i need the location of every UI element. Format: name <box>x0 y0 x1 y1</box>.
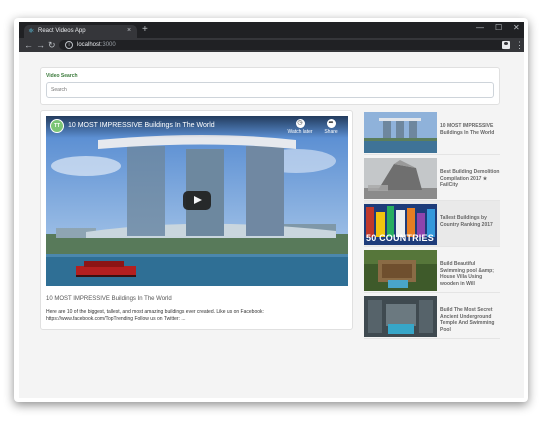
close-window-button[interactable]: ✕ <box>513 23 520 33</box>
address-bar[interactable]: i localhost:3000 <box>59 40 507 50</box>
video-player[interactable]: TT 10 MOST IMPRESSIVE Buildings In The W… <box>46 116 348 286</box>
video-thumbnail <box>364 296 437 337</box>
list-item-title: 10 MOST IMPRESSIVE Buildings In The Worl… <box>440 123 495 136</box>
channel-avatar[interactable]: TT <box>50 119 64 133</box>
minimize-button[interactable]: — <box>476 23 484 33</box>
list-item[interactable]: Build The Most Secret Ancient Undergroun… <box>364 293 500 339</box>
video-list: 10 MOST IMPRESSIVE Buildings In The Worl… <box>364 109 500 339</box>
url-text: localhost:3000 <box>77 41 116 49</box>
list-item-title: Tallest Buildings by Country Ranking 201… <box>440 215 493 228</box>
forward-button[interactable]: → <box>36 39 45 51</box>
list-item-title: Build The Most Secret Ancient Undergroun… <box>440 307 495 333</box>
play-button[interactable] <box>183 191 211 210</box>
video-detail-card: TT 10 MOST IMPRESSIVE Buildings In The W… <box>40 110 353 330</box>
share-button[interactable]: ➦ Share <box>317 119 345 135</box>
title-bar: ⚛ React Videos App × + — ☐ ✕ <box>19 22 524 38</box>
share-label: Share <box>324 129 338 135</box>
thumbnail-overlay-text: 50 COUNTRIES <box>366 233 434 243</box>
video-description: Here are 10 of the biggest, tallest, and… <box>46 309 264 322</box>
list-item-title: Best Building Demolition Compilation 201… <box>440 169 500 188</box>
video-thumbnail <box>364 250 437 291</box>
video-thumbnail: 50 COUNTRIES <box>364 204 437 245</box>
react-icon: ⚛ <box>28 28 35 35</box>
video-thumbnail <box>364 158 437 199</box>
tab-title: React Videos App <box>38 28 86 34</box>
url-port: :3000 <box>100 42 116 48</box>
search-input[interactable] <box>46 82 494 98</box>
list-item[interactable]: 10 MOST IMPRESSIVE Buildings In The Worl… <box>364 109 500 155</box>
search-card: Video Search <box>40 67 500 105</box>
reload-button[interactable]: ↻ <box>48 39 56 51</box>
watch-later-button[interactable]: ◷ Watch later <box>286 119 314 135</box>
url-host: localhost <box>77 42 101 48</box>
video-detail-title: 10 MOST IMPRESSIVE Buildings In The Worl… <box>46 296 172 302</box>
back-button[interactable]: ← <box>24 39 33 51</box>
list-item[interactable]: 50 COUNTRIES Tallest Buildings by Countr… <box>364 201 500 247</box>
browser-tab[interactable]: ⚛ React Videos App × <box>24 25 137 38</box>
page-content: Video Search Search TT 10 MOST IMPRESSIV… <box>19 52 524 398</box>
list-item-title: Build Beautiful Swimming pool &amp; Hous… <box>440 261 494 287</box>
browser-toolbar: ← → ↻ i localhost:3000 ⋮ <box>19 38 524 52</box>
info-icon[interactable]: i <box>65 41 73 49</box>
watch-later-label: Watch later <box>287 129 313 135</box>
close-tab-icon[interactable]: × <box>127 27 131 35</box>
clock-icon: ◷ <box>295 119 305 128</box>
new-tab-button[interactable]: + <box>142 25 148 35</box>
search-label: Video Search <box>46 73 78 79</box>
video-thumbnail <box>364 112 437 153</box>
share-icon: ➦ <box>326 119 336 128</box>
maximize-button[interactable]: ☐ <box>495 23 502 33</box>
menu-icon[interactable]: ⋮ <box>515 39 524 51</box>
browser-window: ⚛ React Videos App × + — ☐ ✕ ← → ↻ i loc… <box>19 22 524 398</box>
list-item[interactable]: Best Building Demolition Compilation 201… <box>364 155 500 201</box>
player-video-title[interactable]: 10 MOST IMPRESSIVE Buildings In The Worl… <box>68 122 215 129</box>
list-item[interactable]: Build Beautiful Swimming pool &amp; Hous… <box>364 247 500 293</box>
profile-icon[interactable] <box>502 41 510 49</box>
